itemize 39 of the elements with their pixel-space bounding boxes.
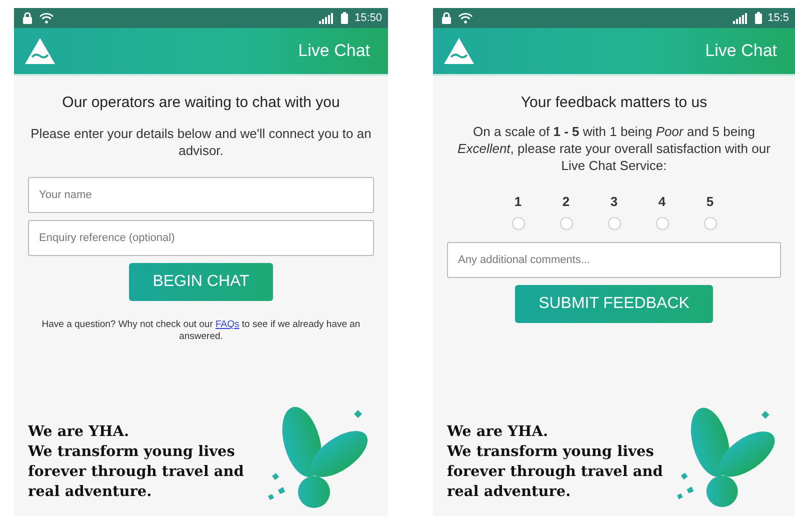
heading: Your feedback matters to us: [520, 94, 708, 111]
clock-time: 15:5: [768, 12, 789, 24]
rating-radio[interactable]: [512, 217, 524, 230]
header-title: Live Chat: [705, 41, 777, 61]
heading: Our operators are waiting to chat with you: [62, 94, 340, 111]
begin-chat-button[interactable]: BEGIN CHAT: [128, 263, 274, 301]
tagline-title: We are YHA.: [447, 422, 550, 442]
tagline-text: We transform young lives forever through travel and real adventure.: [447, 442, 664, 502]
signal-icon: [732, 12, 749, 24]
mountain-logo-icon: [443, 37, 475, 65]
wifi-icon: [458, 12, 473, 24]
lock-icon: [22, 12, 33, 24]
clock-time: 15:50: [354, 12, 382, 24]
tagline-title: We are YHA.: [28, 422, 130, 442]
signal-icon: [319, 12, 336, 24]
lock-icon: [441, 12, 452, 24]
rating-label: 3: [610, 194, 618, 209]
rating-label: 5: [706, 194, 714, 209]
battery-icon: [341, 12, 348, 24]
rating-label: 4: [658, 194, 666, 209]
rating-radio[interactable]: [704, 217, 716, 230]
mountain-logo-icon: [24, 37, 56, 65]
input-field[interactable]: Your name: [28, 177, 374, 213]
battery-icon: [754, 12, 762, 24]
wifi-icon: [39, 12, 54, 24]
intro-text: On a scale of 1 - 5 with 1 being Poor and 5 being Excellent, please rate your overall satisfaction with our Live Chat Service:: [456, 123, 772, 174]
faq-text: Have a question? Why not check out our FAQs to see if we already have an answered.: [40, 319, 362, 343]
rating-radio[interactable]: [656, 217, 668, 230]
intro-text: Please enter your details below and we'll connect you to an advisor.: [30, 125, 372, 159]
tagline-text: We transform young lives forever through travel and real adventure.: [28, 442, 245, 502]
rating-label: 2: [562, 194, 570, 209]
rating-label: 1: [514, 194, 522, 209]
submit-feedback-button[interactable]: SUBMIT FEEDBACK: [514, 285, 714, 323]
rating-radio[interactable]: [608, 217, 620, 230]
comments-field[interactable]: Any additional comments...: [447, 242, 781, 278]
faq-link[interactable]: FAQs: [216, 319, 240, 330]
header-title: Live Chat: [298, 41, 370, 61]
rating-radio[interactable]: [560, 217, 572, 230]
input-field[interactable]: Enquiry reference (optional): [28, 220, 374, 256]
